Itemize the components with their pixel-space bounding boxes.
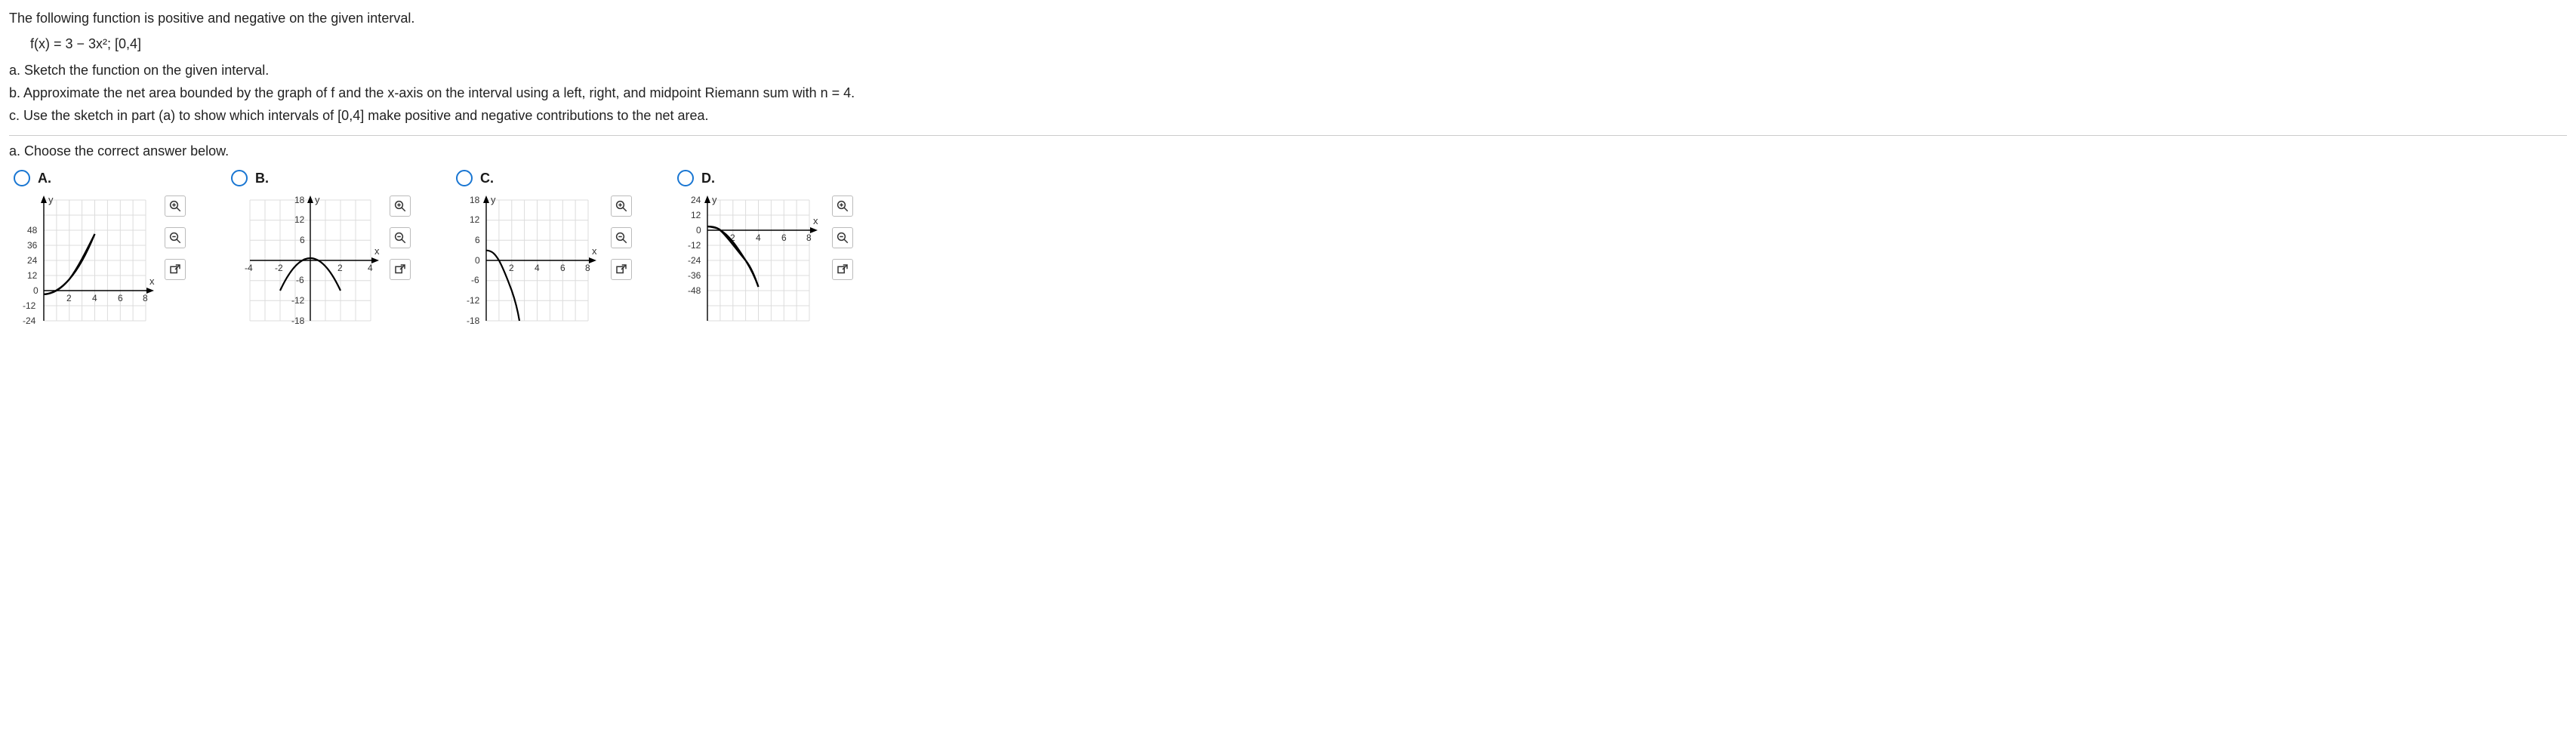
svg-text:-48: -48 <box>688 285 701 296</box>
svg-text:x: x <box>592 245 597 257</box>
svg-text:24: 24 <box>691 195 701 205</box>
part-a-text: a. Sketch the function on the given inte… <box>9 61 2567 79</box>
option-c-radio[interactable] <box>456 170 473 186</box>
part-c-text: c. Use the sketch in part (a) to show wh… <box>9 106 2567 125</box>
zoom-in-icon[interactable] <box>165 195 186 217</box>
zoom-in-icon[interactable] <box>611 195 632 217</box>
svg-text:-12: -12 <box>688 240 701 251</box>
svg-text:18: 18 <box>470 195 480 205</box>
axis-y-label: y <box>48 194 54 205</box>
popout-icon[interactable] <box>390 259 411 280</box>
svg-text:6: 6 <box>781 232 787 243</box>
svg-text:-24: -24 <box>23 316 36 326</box>
svg-text:18: 18 <box>294 195 305 205</box>
svg-text:-12: -12 <box>467 295 480 306</box>
svg-text:2: 2 <box>509 263 514 273</box>
zoom-out-icon[interactable] <box>611 227 632 248</box>
option-a-radio[interactable] <box>14 170 30 186</box>
section-divider <box>9 135 2567 136</box>
part-b-text: b. Approximate the net area bounded by t… <box>9 84 2567 102</box>
svg-text:-12: -12 <box>291 295 305 306</box>
svg-text:y: y <box>491 194 496 205</box>
option-d-label: D. <box>701 171 715 186</box>
svg-text:-2: -2 <box>275 263 283 273</box>
svg-text:-18: -18 <box>291 316 305 326</box>
answer-options-row: A. <box>9 170 2567 328</box>
zoom-in-icon[interactable] <box>390 195 411 217</box>
svg-text:6: 6 <box>118 293 123 303</box>
svg-text:12: 12 <box>294 214 305 225</box>
option-b: B. <box>231 170 411 328</box>
option-d-chart: y x 24 12 0 -12 -24 -36 -48 2 4 6 8 <box>677 192 824 328</box>
option-c-chart: y x 18 12 6 0 -6 -12 -18 2 4 6 8 <box>456 192 603 328</box>
svg-text:2: 2 <box>337 263 343 273</box>
svg-text:-18: -18 <box>467 316 480 326</box>
svg-text:x: x <box>813 215 818 226</box>
svg-text:-12: -12 <box>23 300 36 311</box>
svg-text:4: 4 <box>756 232 761 243</box>
svg-text:4: 4 <box>535 263 540 273</box>
question-a-prompt: a. Choose the correct answer below. <box>9 143 2567 159</box>
zoom-out-icon[interactable] <box>165 227 186 248</box>
svg-text:12: 12 <box>691 210 701 220</box>
svg-text:48: 48 <box>27 225 38 236</box>
option-a-chart: y x 48 36 24 12 0 -12 -24 2 4 6 <box>14 192 157 328</box>
popout-icon[interactable] <box>611 259 632 280</box>
svg-text:y: y <box>315 194 320 205</box>
svg-text:8: 8 <box>585 263 590 273</box>
option-d: D. <box>677 170 853 328</box>
option-c-label: C. <box>480 171 494 186</box>
option-c: C. <box>456 170 632 328</box>
svg-text:-36: -36 <box>688 270 701 281</box>
zoom-in-icon[interactable] <box>832 195 853 217</box>
svg-text:4: 4 <box>92 293 97 303</box>
option-d-radio[interactable] <box>677 170 694 186</box>
zoom-out-icon[interactable] <box>390 227 411 248</box>
svg-text:6: 6 <box>560 263 565 273</box>
svg-text:36: 36 <box>27 240 38 251</box>
popout-icon[interactable] <box>165 259 186 280</box>
svg-text:y: y <box>712 194 717 205</box>
option-b-chart: y x 18 12 6 -6 -12 -18 -4 -2 2 4 <box>231 192 382 328</box>
svg-text:0: 0 <box>33 285 39 296</box>
svg-text:2: 2 <box>66 293 72 303</box>
svg-text:x: x <box>374 245 380 257</box>
option-b-label: B. <box>255 171 269 186</box>
axis-x-label: x <box>149 276 155 287</box>
svg-text:12: 12 <box>27 270 38 281</box>
zoom-out-icon[interactable] <box>832 227 853 248</box>
svg-text:8: 8 <box>806 232 812 243</box>
option-b-radio[interactable] <box>231 170 248 186</box>
problem-intro: The following function is positive and n… <box>9 9 2567 27</box>
svg-text:8: 8 <box>143 293 148 303</box>
problem-function: f(x) = 3 − 3x²; [0,4] <box>9 35 2567 53</box>
svg-text:0: 0 <box>475 255 480 266</box>
svg-text:6: 6 <box>300 235 305 245</box>
svg-text:4: 4 <box>368 263 373 273</box>
option-a: A. <box>14 170 186 328</box>
option-a-label: A. <box>38 171 51 186</box>
svg-text:0: 0 <box>696 225 701 236</box>
svg-text:-24: -24 <box>688 255 701 266</box>
popout-icon[interactable] <box>832 259 853 280</box>
svg-text:-4: -4 <box>245 263 253 273</box>
svg-text:6: 6 <box>475 235 480 245</box>
svg-text:24: 24 <box>27 255 38 266</box>
svg-text:-6: -6 <box>471 275 479 285</box>
svg-text:-6: -6 <box>296 275 304 285</box>
svg-text:12: 12 <box>470 214 480 225</box>
